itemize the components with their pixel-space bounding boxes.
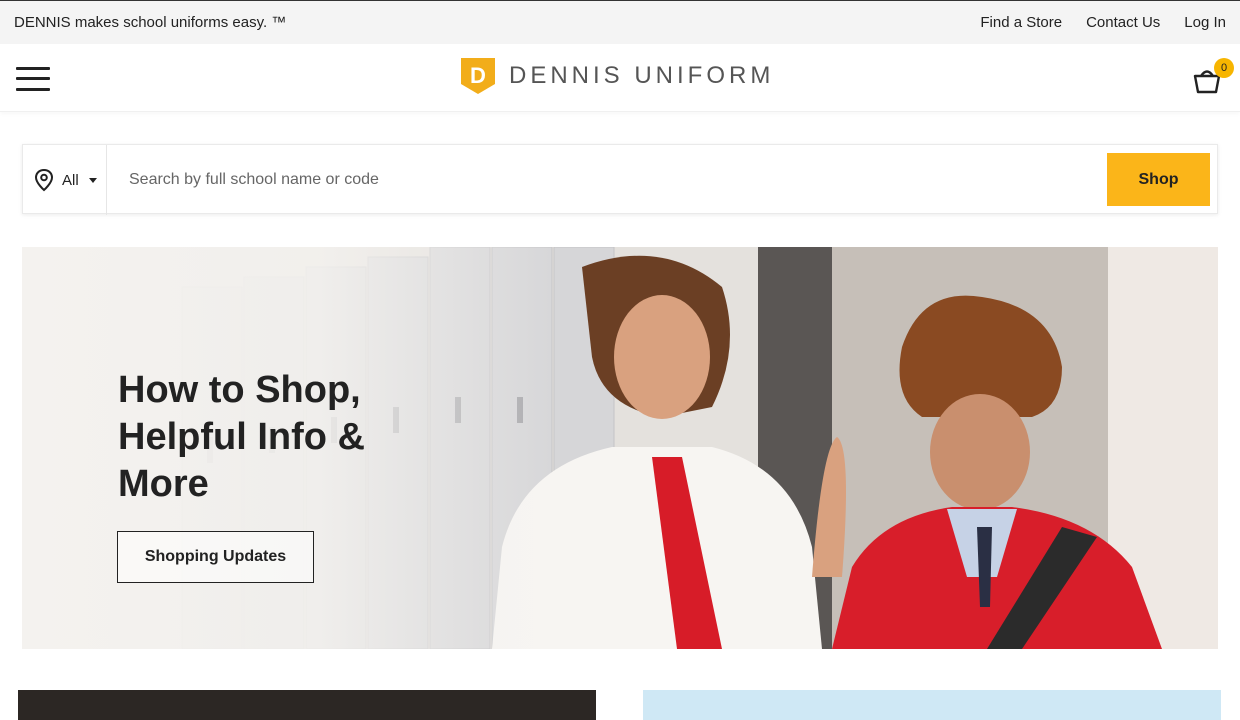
tagline: DENNIS makes school uniforms easy. ™ xyxy=(14,14,287,31)
location-filter-dropdown[interactable]: All xyxy=(23,145,107,215)
location-filter-label: All xyxy=(62,171,79,189)
logo-letter: D xyxy=(470,63,486,88)
utility-bar: DENNIS makes school uniforms easy. ™ Fin… xyxy=(0,0,1240,44)
promo-card-right[interactable] xyxy=(643,690,1221,720)
menu-icon[interactable] xyxy=(16,65,50,93)
cart-button[interactable]: 0 xyxy=(1192,58,1236,96)
site-header: D DENNIS UNIFORM 0 xyxy=(0,44,1240,112)
caret-down-icon xyxy=(88,177,97,183)
school-search-bar: All Shop xyxy=(22,144,1218,215)
hero-banner: How to Shop, Helpful Info & More Shoppin… xyxy=(22,247,1218,649)
logo-wordmark: DENNIS UNIFORM xyxy=(509,62,775,89)
cart-count-badge: 0 xyxy=(1214,58,1234,78)
utility-links: Find a Store Contact Us Log In xyxy=(980,14,1226,31)
school-search-input[interactable] xyxy=(127,163,1087,197)
shop-button[interactable]: Shop xyxy=(1107,153,1210,206)
contact-us-link[interactable]: Contact Us xyxy=(1086,14,1160,31)
hero-title: How to Shop, Helpful Info & More xyxy=(118,369,365,505)
log-in-link[interactable]: Log In xyxy=(1184,14,1226,31)
logo-badge-icon: D xyxy=(461,58,495,94)
shopping-updates-button[interactable]: Shopping Updates xyxy=(117,531,314,583)
site-logo[interactable]: D DENNIS UNIFORM xyxy=(459,56,774,96)
promo-card-left[interactable] xyxy=(18,690,596,720)
find-store-link[interactable]: Find a Store xyxy=(980,14,1062,31)
location-pin-icon xyxy=(34,168,54,192)
